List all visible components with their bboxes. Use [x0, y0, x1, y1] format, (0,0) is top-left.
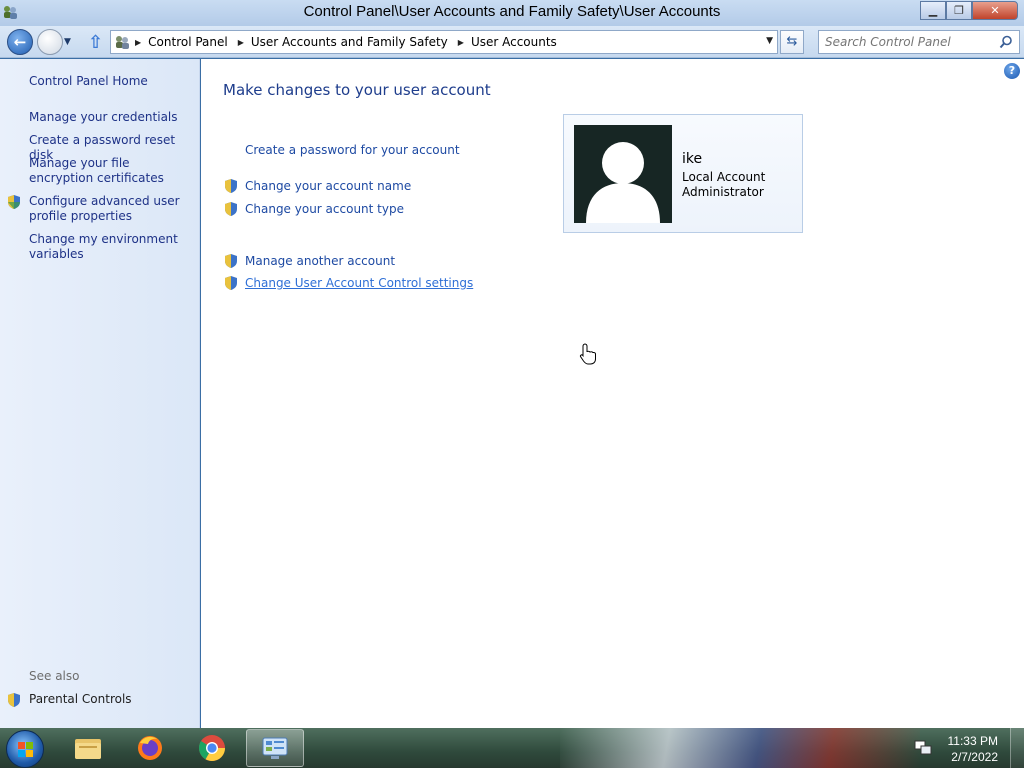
account-card: ike Local Account Administrator — [563, 114, 803, 233]
chrome-icon — [198, 735, 226, 762]
hand-cursor-icon — [579, 343, 596, 365]
manage-credentials-link[interactable]: Manage your credentials — [29, 110, 194, 125]
manage-another-account-link[interactable]: Manage another account — [245, 254, 395, 268]
taskbar-chrome-button[interactable] — [184, 729, 242, 767]
maximize-button[interactable]: ❐ — [946, 1, 972, 20]
search-icon[interactable] — [999, 35, 1013, 49]
task-pane: Control Panel Home Manage your credentia… — [0, 59, 200, 728]
control-panel-icon — [262, 737, 288, 759]
taskbar: 11:33 PM 2/7/2022 — [0, 728, 1024, 768]
configure-advanced-profile-link[interactable]: Configure advanced user profile properti… — [29, 194, 194, 224]
desktop-wallpaper — [560, 728, 920, 768]
folder-icon — [75, 739, 101, 759]
uac-shield-icon — [225, 254, 237, 268]
main-content: ? Make changes to your user account Crea… — [201, 59, 1024, 728]
page-title: Make changes to your user account — [223, 81, 491, 99]
back-arrow-icon: ← — [13, 33, 27, 51]
up-arrow-icon[interactable]: ⇧ — [88, 32, 104, 53]
navigation-bar: ← ▼ ⇧ ▶ Control Panel ▶ User Accounts an… — [0, 26, 1024, 58]
minimize-button[interactable]: ▁ — [920, 1, 946, 20]
parental-controls-link[interactable]: Parental Controls — [29, 692, 194, 707]
breadcrumb-user-accounts[interactable]: User Accounts — [471, 35, 557, 49]
change-environment-variables-link[interactable]: Change my environment variables — [29, 232, 194, 262]
account-type: Local Account — [682, 170, 766, 184]
uac-shield-icon — [225, 276, 237, 290]
avatar[interactable] — [574, 125, 672, 223]
recent-pages-dropdown[interactable]: ▼ — [64, 37, 71, 47]
system-clock[interactable]: 11:33 PM 2/7/2022 — [948, 733, 998, 765]
create-password-link[interactable]: Create a password for your account — [245, 143, 460, 157]
control-panel-icon — [116, 36, 129, 49]
breadcrumb-separator-icon[interactable]: ▶ — [238, 38, 244, 47]
breadcrumb-separator-icon[interactable]: ▶ — [458, 38, 464, 47]
address-dropdown-icon[interactable]: ▼ — [766, 36, 773, 46]
search-input[interactable] — [825, 31, 995, 53]
start-button[interactable] — [6, 730, 44, 768]
change-account-name-link[interactable]: Change your account name — [245, 179, 411, 193]
title-bar: Control Panel\User Accounts and Family S… — [0, 0, 1024, 26]
uac-shield-icon — [225, 179, 237, 193]
show-desktop-button[interactable] — [1010, 728, 1024, 768]
control-panel-home-link[interactable]: Control Panel Home — [29, 74, 194, 89]
taskbar-firefox-button[interactable] — [122, 729, 180, 767]
help-icon[interactable]: ? — [1004, 63, 1020, 79]
manage-file-encryption-link[interactable]: Manage your file encryption certificates — [29, 156, 194, 186]
clock-date: 2/7/2022 — [951, 750, 998, 764]
refresh-icon: ⇆ — [786, 34, 798, 49]
forward-button[interactable] — [37, 29, 63, 55]
breadcrumb-control-panel[interactable]: Control Panel — [148, 35, 228, 49]
taskbar-control-panel-button[interactable] — [246, 729, 304, 767]
breadcrumb-user-accounts-family-safety[interactable]: User Accounts and Family Safety — [251, 35, 448, 49]
clock-time: 11:33 PM — [947, 734, 998, 748]
breadcrumb-separator-icon[interactable]: ▶ — [135, 38, 141, 47]
firefox-icon — [138, 736, 162, 760]
windows-logo-icon — [18, 742, 33, 757]
uac-shield-icon — [225, 202, 237, 216]
account-role: Administrator — [682, 185, 764, 199]
see-also-label: See also — [29, 669, 80, 683]
breadcrumb: ▶ Control Panel ▶ User Accounts and Fami… — [135, 35, 567, 49]
taskbar-explorer-button[interactable] — [60, 729, 118, 767]
back-button[interactable]: ← — [7, 29, 33, 55]
change-account-type-link[interactable]: Change your account type — [245, 202, 404, 216]
window-title: Control Panel\User Accounts and Family S… — [303, 3, 721, 20]
account-name: ike — [682, 151, 703, 167]
address-bar[interactable]: ▶ Control Panel ▶ User Accounts and Fami… — [110, 30, 778, 54]
close-button[interactable]: ✕ — [972, 1, 1018, 20]
uac-shield-icon — [8, 195, 20, 209]
user-silhouette-icon — [586, 142, 660, 223]
parental-controls-shield-icon — [8, 693, 20, 707]
refresh-button[interactable]: ⇆ — [780, 30, 804, 54]
search-box[interactable] — [818, 30, 1020, 54]
change-uac-settings-link[interactable]: Change User Account Control settings — [245, 276, 473, 290]
network-icon[interactable] — [914, 740, 932, 756]
window-controls: ▁ ❐ ✕ — [920, 1, 1018, 20]
